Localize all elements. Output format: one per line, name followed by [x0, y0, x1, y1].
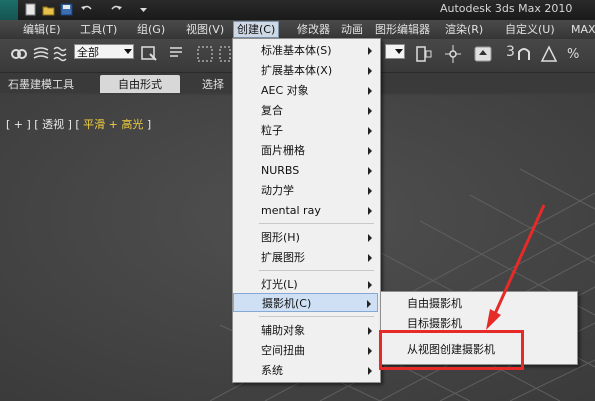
- annotation-arrow-icon: [486, 204, 546, 330]
